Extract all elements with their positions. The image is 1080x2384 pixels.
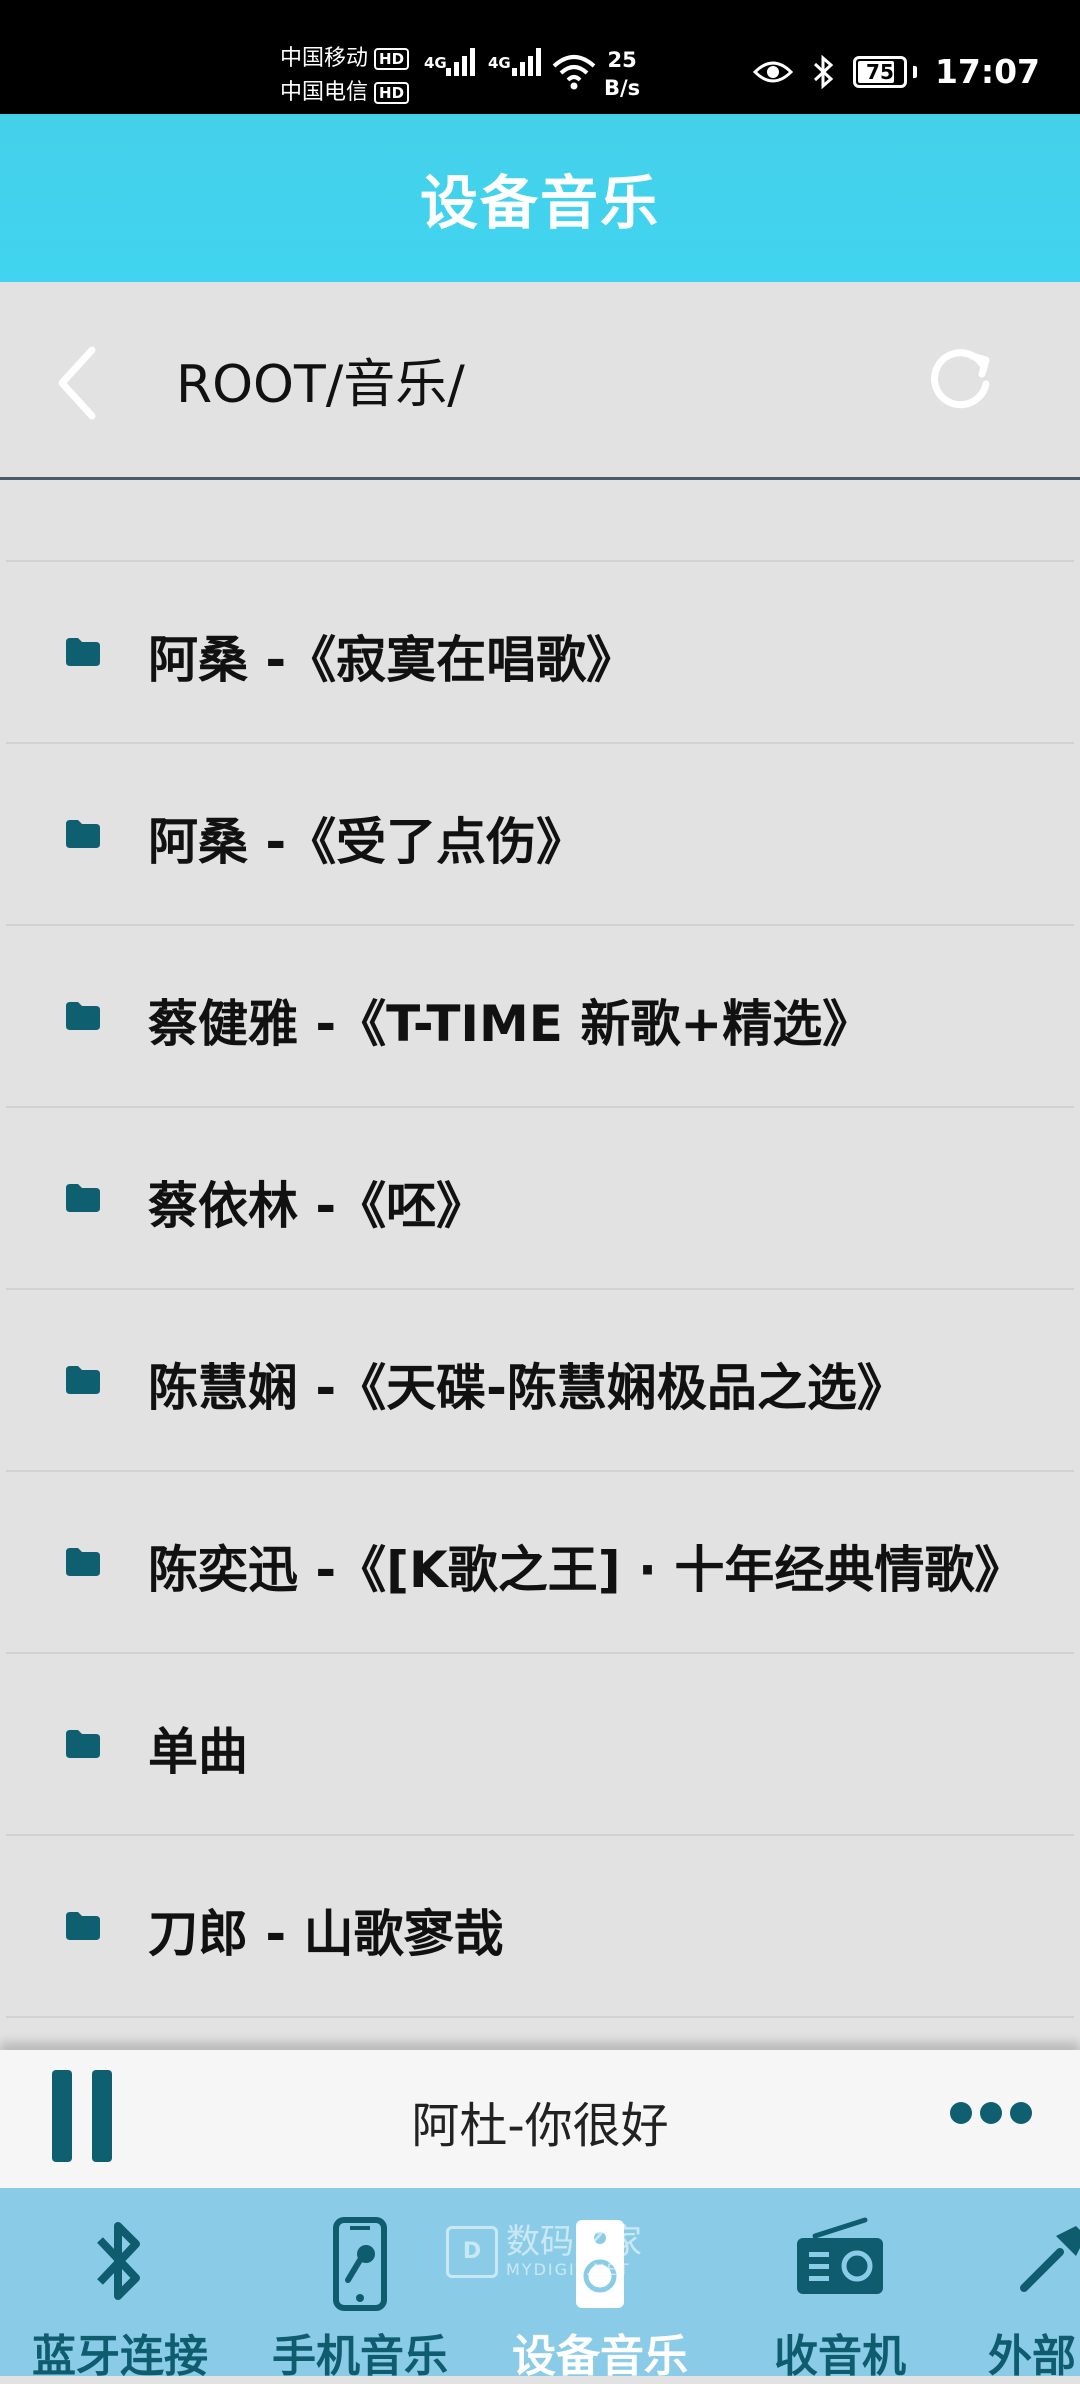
nav-phone-music[interactable]: 手机音乐 xyxy=(240,2188,480,2382)
hd-badge: HD xyxy=(374,48,410,70)
folder-icon xyxy=(66,1912,100,1940)
nav-radio[interactable]: 收音机 xyxy=(720,2188,960,2382)
radio-icon xyxy=(797,2217,883,2294)
nav-label: 蓝牙连接 xyxy=(32,2331,208,2382)
list-item[interactable]: 刀郎 - 山歌寥哉 xyxy=(6,1834,1074,2016)
page-title: 设备音乐 xyxy=(419,169,660,237)
nav-label: 手机音乐 xyxy=(272,2331,448,2382)
network-type-label: 4G xyxy=(488,54,511,72)
external-icon xyxy=(1020,2226,1080,2292)
speed-unit: B/s xyxy=(604,76,641,100)
speed-value: 25 xyxy=(607,48,637,72)
list-item[interactable]: 蔡健雅 -《T-TIME 新歌+精选》 xyxy=(6,924,1074,1106)
list-item[interactable]: 阿桑 -《寂寞在唱歌》 xyxy=(6,560,1074,742)
network-speed: 25 B/s xyxy=(604,46,640,102)
folder-icon xyxy=(66,820,100,848)
nav-device-music[interactable]: 设备音乐 xyxy=(480,2188,720,2382)
folder-name: 阿桑 -《受了点伤》 xyxy=(148,813,587,871)
nav-external[interactable]: 外部 xyxy=(960,2188,1080,2382)
refresh-button[interactable] xyxy=(920,338,1004,422)
folder-icon xyxy=(66,1184,100,1212)
watermark-subtext: MYDIGIT.NET xyxy=(506,2260,631,2279)
eye-icon xyxy=(752,61,793,82)
phone-music-icon xyxy=(333,2217,387,2311)
mini-player: 阿杜-你很好 xyxy=(0,2050,1080,2188)
watermark-logo-icon: D xyxy=(446,2225,498,2278)
signal-icon xyxy=(512,48,541,76)
list-item[interactable]: 陈奕迅 -《[K歌之王] · 十年经典情歌》 xyxy=(6,1470,1074,1652)
folder-icon xyxy=(66,1548,100,1576)
folder-name: 阿桑 -《寂寞在唱歌》 xyxy=(148,631,637,689)
list-item[interactable]: 蔡依林 -《呸》 xyxy=(6,1106,1074,1288)
folder-icon xyxy=(66,1730,100,1758)
folder-name: 单曲 xyxy=(148,1723,248,1781)
folder-name: 蔡依林 -《呸》 xyxy=(148,1177,487,1235)
status-right: 75 17:07 xyxy=(752,52,1040,91)
bottom-navigation: 蓝牙连接 手机音乐 设备音乐 收音机 外部 D 数码之家 MYDIGIT.NET xyxy=(0,2188,1080,2382)
status-bar: 中国移动 HD 中国电信 HD 4G 4G 25 B/s 75 17:07 xyxy=(0,0,1080,114)
folder-icon xyxy=(66,1002,100,1030)
folder-icon xyxy=(66,1366,100,1394)
path-bar: ROOT/音乐/ xyxy=(0,282,1080,480)
network-type-label: 4G xyxy=(424,54,447,72)
list-item[interactable]: 单曲 xyxy=(6,1652,1074,1834)
folder-name: 蔡健雅 -《T-TIME 新歌+精选》 xyxy=(148,995,873,1053)
now-playing-title[interactable]: 阿杜-你很好 xyxy=(0,2086,1080,2156)
carrier-info: 中国移动 HD 中国电信 HD xyxy=(280,42,410,110)
carrier-2: 中国电信 xyxy=(280,80,369,105)
title-bar: 设备音乐 xyxy=(0,114,1080,282)
nav-bluetooth[interactable]: 蓝牙连接 xyxy=(0,2188,240,2382)
more-options-button[interactable] xyxy=(950,2102,1032,2124)
nav-label: 设备音乐 xyxy=(512,2331,688,2382)
list-item[interactable]: 陈慧娴 -《天碟-陈慧娴极品之选》 xyxy=(6,1288,1074,1470)
watermark-text: 数码之家 xyxy=(506,2222,642,2262)
list-item[interactable]: 阿桑 -《受了点伤》 xyxy=(6,742,1074,924)
folder-name: 刀郎 - 山歌寥哉 xyxy=(148,1905,504,1963)
folder-icon xyxy=(66,638,100,666)
nav-label: 外部 xyxy=(988,2331,1076,2382)
bluetooth-icon xyxy=(97,2222,140,2300)
wifi-icon xyxy=(552,55,596,90)
hd-badge: HD xyxy=(374,82,410,104)
signal-icon xyxy=(446,48,475,76)
folder-name: 陈慧娴 -《天碟-陈慧娴极品之选》 xyxy=(148,1359,907,1417)
battery-level: 75 xyxy=(866,59,894,84)
clock: 17:07 xyxy=(934,52,1040,91)
bluetooth-status-icon xyxy=(813,54,834,89)
current-path: ROOT/音乐/ xyxy=(176,355,465,415)
battery-tip xyxy=(912,65,917,78)
nav-label: 收音机 xyxy=(774,2331,906,2382)
battery-icon: 75 xyxy=(852,55,907,88)
carrier-1: 中国移动 xyxy=(280,46,369,71)
watermark: D 数码之家 MYDIGIT.NET xyxy=(446,2224,642,2279)
folder-name: 陈奕迅 -《[K歌之王] · 十年经典情歌》 xyxy=(148,1541,1025,1599)
back-button[interactable] xyxy=(48,338,118,428)
